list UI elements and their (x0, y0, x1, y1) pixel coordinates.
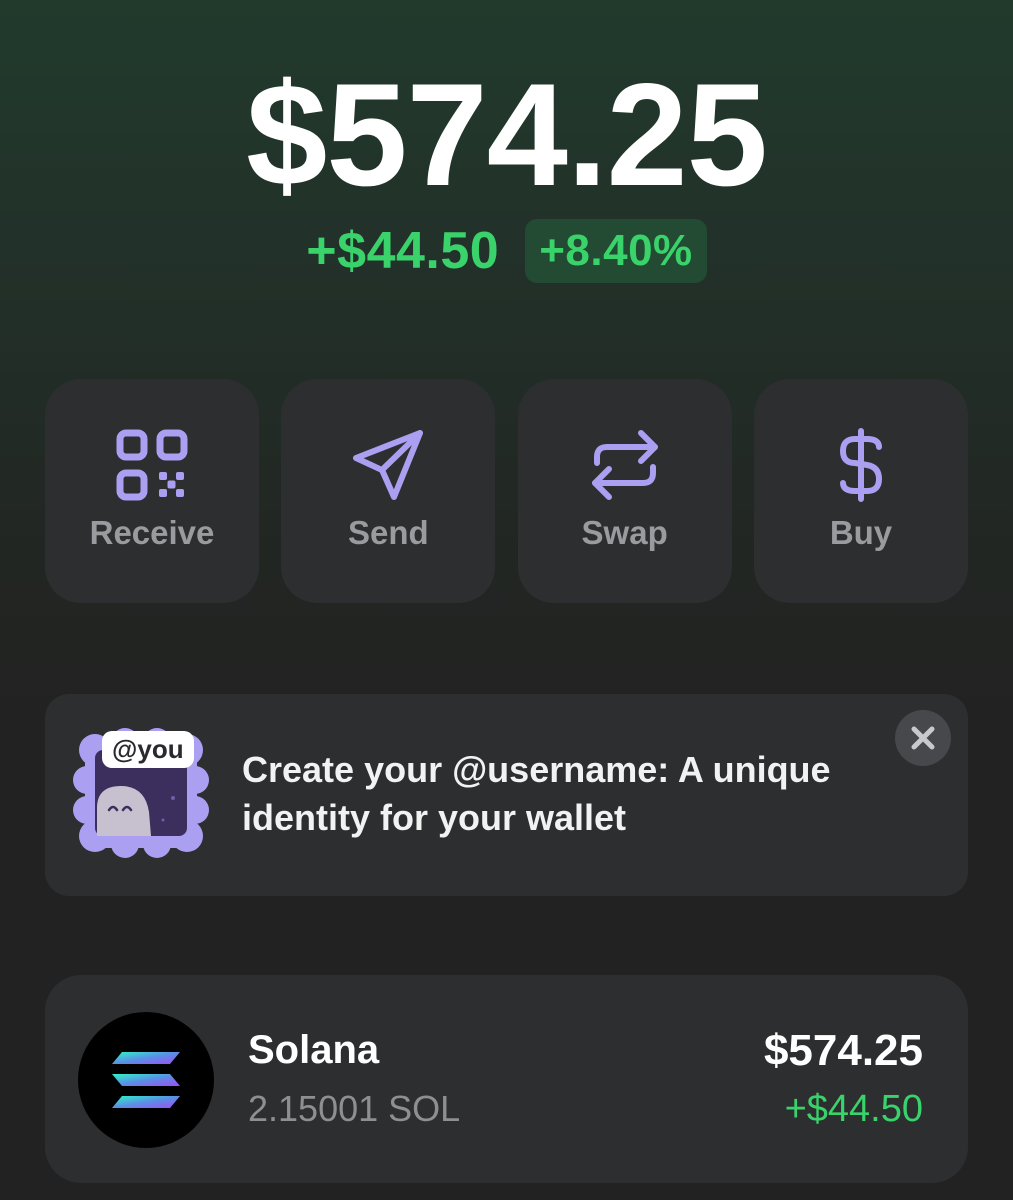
receive-button[interactable]: Receive (45, 379, 259, 603)
token-row-solana[interactable]: Solana 2.15001 SOL $574.25 +$44.50 (45, 975, 968, 1183)
send-icon (350, 427, 426, 503)
buy-label: Buy (829, 514, 893, 551)
balance-change-row: +$44.50 +8.40% (0, 218, 1013, 284)
solana-logo-icon (78, 1012, 214, 1148)
balance-change-percent-badge: +8.40% (525, 219, 707, 283)
username-tag: @you (102, 731, 194, 768)
token-amount: 2.15001 SOL (248, 1088, 461, 1129)
receive-label: Receive (89, 514, 215, 551)
close-banner-button[interactable] (895, 710, 951, 766)
total-balance: $574.25 (246, 53, 768, 216)
send-button[interactable]: Send (281, 379, 496, 603)
dollar-icon (823, 427, 899, 503)
username-promo-banner[interactable]: @you Create your @username: A unique ide… (45, 694, 968, 896)
close-icon (911, 726, 935, 750)
send-label: Send (347, 514, 429, 551)
balance-change-amount: +$44.50 (306, 222, 500, 280)
swap-button[interactable]: Swap (517, 379, 732, 603)
action-buttons: Receive Send Swap Buy (45, 379, 968, 603)
swap-icon (587, 427, 663, 503)
token-value: $574.25 (763, 1026, 923, 1075)
qr-code-icon (114, 427, 190, 503)
token-change: +$44.50 (784, 1088, 923, 1130)
buy-button[interactable]: Buy (753, 379, 968, 603)
token-name: Solana (248, 1028, 380, 1072)
banner-message: Create your @username: A unique identity… (242, 749, 831, 838)
swap-label: Swap (581, 514, 668, 551)
